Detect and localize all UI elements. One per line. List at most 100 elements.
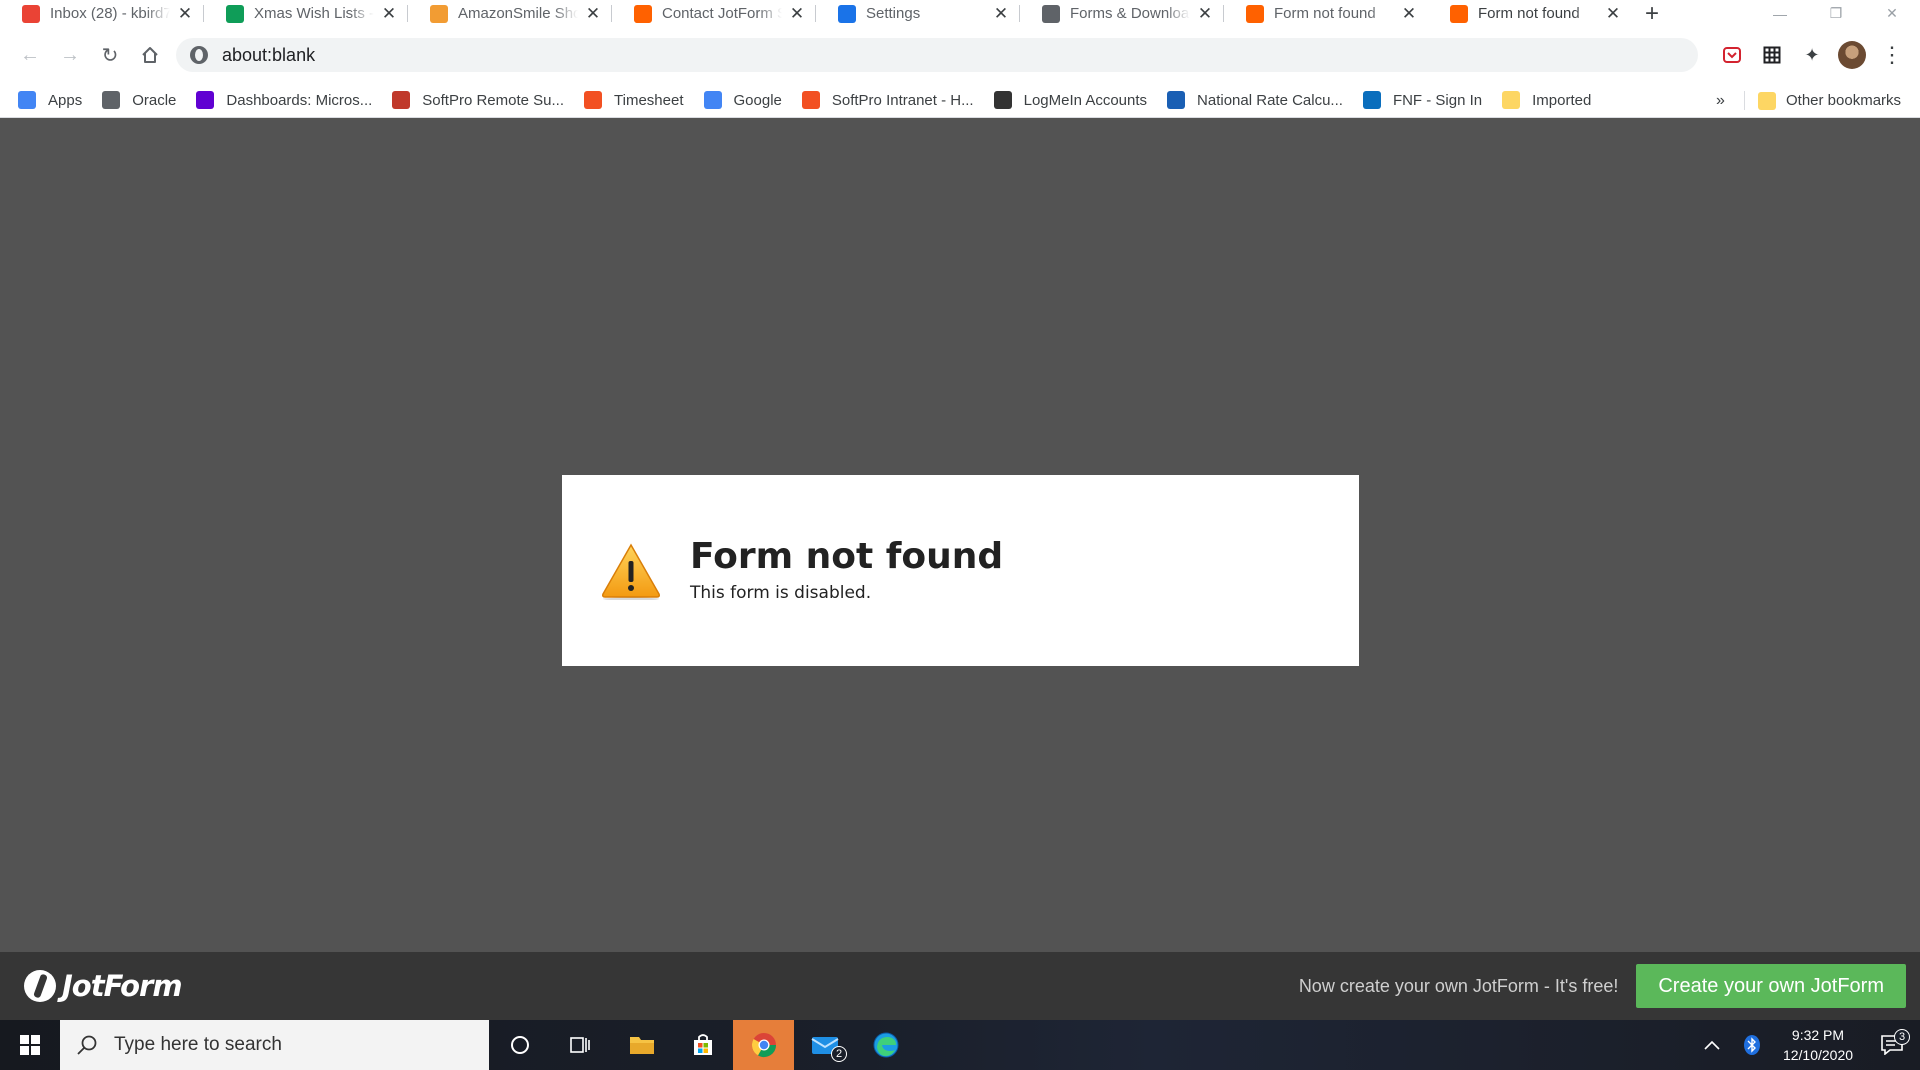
tab-strip: Inbox (28) - kbird7 ✕ Xmas Wish Lists - G ✕… (0, 0, 1920, 27)
folder-icon (1502, 91, 1521, 109)
error-message: This form is disabled. (690, 583, 872, 604)
bookmark-label: Imported (1532, 91, 1592, 109)
other-bookmarks-label: Other bookmarks (1786, 92, 1902, 109)
bookmark-item[interactable]: SoftPro Remote Su... (392, 91, 564, 109)
task-view-icon[interactable] (550, 1020, 611, 1070)
bookmarks-separator (1744, 91, 1745, 110)
browser-tab[interactable]: AmazonSmile Shop ✕ (408, 0, 612, 27)
show-hidden-icons-chevron-icon[interactable] (1692, 1040, 1732, 1050)
globe-icon (1042, 4, 1060, 23)
close-window-icon[interactable]: ✕ (1864, 0, 1920, 27)
minimize-icon[interactable]: — (1752, 0, 1808, 27)
search-placeholder: Type here to search (114, 1034, 282, 1055)
error-title: Form not found (690, 535, 1004, 577)
folder-icon (1758, 91, 1776, 110)
bluetooth-icon[interactable] (1732, 1034, 1772, 1056)
tab-close-icon[interactable]: ✕ (992, 4, 1010, 23)
bookmark-item[interactable]: Imported (1502, 91, 1591, 109)
address-bar[interactable]: about:blank (176, 38, 1698, 72)
error-text-block: Form not found This form is disabled. (690, 535, 1004, 604)
clock-time: 9:32 PM (1791, 1026, 1845, 1043)
chrome-taskbar-icon[interactable] (733, 1020, 794, 1070)
menu-kebab-icon[interactable]: ⋮ (1874, 37, 1910, 73)
bookmark-item[interactable]: SoftPro Intranet - H... (801, 91, 974, 109)
browser-tab[interactable]: Settings ✕ (816, 0, 1020, 27)
error-card: Form not found This form is disabled. (562, 475, 1359, 666)
bookmark-label: LogMeIn Accounts (1023, 91, 1148, 109)
browser-tab[interactable]: Contact JotForm S ✕ (612, 0, 816, 27)
amazon-icon (430, 4, 448, 23)
google-icon (703, 91, 722, 109)
taskbar-clock[interactable]: 9:32 PM 12/10/2020 (1772, 1025, 1864, 1066)
home-icon[interactable] (130, 35, 170, 75)
browser-tab[interactable]: Xmas Wish Lists - G ✕ (204, 0, 408, 27)
tab-close-icon[interactable]: ✕ (1604, 4, 1622, 23)
tab-title: Contact JotForm S (662, 5, 782, 22)
tab-close-icon[interactable]: ✕ (1400, 4, 1418, 23)
profile-avatar[interactable] (1834, 37, 1870, 73)
jotform-icon (1246, 4, 1264, 23)
notifications-icon[interactable]: 3 (1864, 1029, 1920, 1055)
bookmark-item[interactable]: Oracle (102, 91, 176, 109)
apps-grid-icon (18, 91, 36, 109)
globe-icon (102, 91, 121, 109)
tab-title: Xmas Wish Lists - G (254, 5, 374, 22)
more-bookmarks-chevron-icon[interactable]: » (1716, 83, 1725, 118)
new-tab-button[interactable]: + (1632, 0, 1672, 27)
puzzle-extensions-icon[interactable]: ✦ (1794, 37, 1830, 73)
logmein-icon (993, 91, 1012, 109)
search-icon (77, 1035, 97, 1055)
jotform-logo[interactable]: JotForm (24, 969, 183, 1003)
tab-close-icon[interactable]: ✕ (176, 4, 194, 23)
browser-tab[interactable]: Form not found ✕ (1428, 0, 1632, 27)
reload-icon[interactable]: ↻ (90, 35, 130, 75)
mail-icon[interactable]: 2 (794, 1020, 855, 1070)
restore-icon[interactable]: ❐ (1808, 0, 1864, 27)
bookmark-item[interactable]: Dashboards: Micros... (196, 91, 372, 109)
forward-arrow-icon[interactable]: → (50, 35, 90, 75)
tab-title: Settings (866, 5, 921, 22)
tab-close-icon[interactable]: ✕ (584, 4, 602, 23)
tab-title: AmazonSmile Shop (458, 5, 578, 22)
bookmark-item[interactable]: LogMeIn Accounts (993, 91, 1148, 109)
grid-extension-icon[interactable] (1754, 37, 1790, 73)
bookmark-item[interactable]: Apps (18, 91, 82, 109)
pocket-extension-icon[interactable] (1714, 37, 1750, 73)
bookmark-label: Dashboards: Micros... (226, 91, 373, 109)
back-arrow-icon[interactable]: ← (10, 35, 50, 75)
microsoft-store-icon[interactable] (672, 1020, 733, 1070)
remote-icon (392, 91, 411, 109)
window-controls: — ❐ ✕ (1752, 0, 1920, 27)
bookmark-label: Apps (48, 91, 83, 109)
taskbar-search-input[interactable]: Type here to search (60, 1020, 489, 1070)
create-jotform-button[interactable]: Create your own JotForm (1636, 964, 1906, 1008)
browser-tab[interactable]: Forms & Downloads ✕ (1020, 0, 1224, 27)
windows-start-icon[interactable] (0, 1020, 60, 1070)
tab-title: Form not found (1478, 5, 1580, 22)
warning-icon (600, 542, 662, 600)
bookmark-item[interactable]: National Rate Calcu... (1167, 91, 1343, 109)
jotform-icon (634, 4, 652, 23)
page-info-icon[interactable] (190, 46, 208, 64)
clock-date: 12/10/2020 (1782, 1047, 1854, 1063)
bookmark-item[interactable]: FNF - Sign In (1362, 91, 1482, 109)
bookmark-label: Timesheet (614, 91, 684, 109)
yahoo-icon (196, 91, 215, 109)
bookmark-item[interactable]: Timesheet (584, 91, 684, 109)
browser-tab[interactable]: Form not found ✕ (1224, 0, 1428, 27)
sheets-icon (226, 4, 244, 23)
bookmark-item[interactable]: Google (703, 91, 782, 109)
extensions-area: ✦ ⋮ (1714, 37, 1910, 73)
tab-close-icon[interactable]: ✕ (788, 4, 806, 23)
edge-icon[interactable] (855, 1020, 916, 1070)
cortana-icon[interactable] (489, 1020, 550, 1070)
microsoft-icon (801, 91, 820, 109)
page-content: Form not found This form is disabled. (0, 119, 1920, 952)
mail-badge: 2 (831, 1046, 847, 1062)
other-bookmarks-folder[interactable]: Other bookmarks (1758, 83, 1901, 118)
file-explorer-icon[interactable] (611, 1020, 672, 1070)
tab-close-icon[interactable]: ✕ (380, 4, 398, 23)
bookmarks-bar: Apps Oracle Dashboards: Micros... SoftPro R… (0, 83, 1920, 118)
tab-close-icon[interactable]: ✕ (1196, 4, 1214, 23)
browser-tab[interactable]: Inbox (28) - kbird7 ✕ (0, 0, 204, 27)
